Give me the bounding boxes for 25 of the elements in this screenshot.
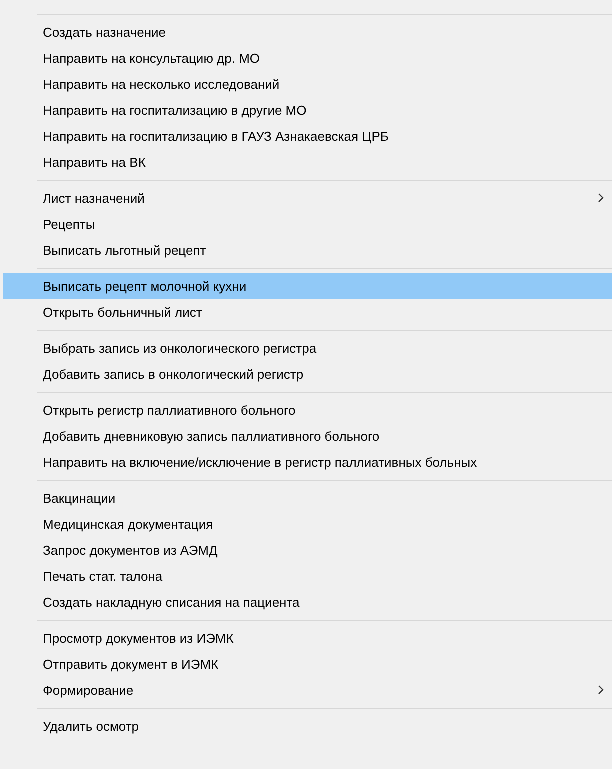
menu-item[interactable]: Отправить документ в ИЭМК: [3, 651, 612, 677]
menu-item[interactable]: Лист назначений: [3, 185, 612, 211]
menu-item[interactable]: Удалить осмотр: [3, 713, 612, 739]
menu-item[interactable]: Вакцинации: [3, 485, 612, 511]
menu-item[interactable]: Просмотр документов из ИЭМК: [3, 625, 612, 651]
menu-item[interactable]: Формирование: [3, 677, 612, 703]
menu-item[interactable]: Направить на включение/исключение в регистр паллиативных больных: [3, 449, 612, 475]
menu-item[interactable]: Создать накладную списания на пациента: [3, 589, 612, 615]
menu-item[interactable]: Запрос документов из АЭМД: [3, 537, 612, 563]
menu-item[interactable]: Направить на госпитализацию в другие МО: [3, 97, 612, 123]
menu-item[interactable]: Выписать рецепт молочной кухни: [3, 273, 612, 299]
menu-item[interactable]: Открыть регистр паллиативного больного: [3, 397, 612, 423]
menu-item[interactable]: Медицинская документация: [3, 511, 612, 537]
menu-item[interactable]: Направить на госпитализацию в ГАУЗ Азнакаевская ЦРБ: [3, 123, 612, 149]
menu-item[interactable]: Добавить дневниковую запись паллиативного больного: [3, 423, 612, 449]
menu-item[interactable]: Рецепты: [3, 211, 612, 237]
menu-item[interactable]: Открыть больничный лист: [3, 299, 612, 325]
menu-item[interactable]: Выбрать запись из онкологического регистра: [3, 335, 612, 361]
menu-item[interactable]: Выписать льготный рецепт: [3, 237, 612, 263]
menu-item[interactable]: Направить на несколько исследований: [3, 71, 612, 97]
menu-item[interactable]: Добавить запись в онкологический регистр: [3, 361, 612, 387]
menu-item[interactable]: Направить на ВК: [3, 149, 612, 175]
menu-item[interactable]: Создать назначение: [3, 19, 612, 45]
menu-item[interactable]: Направить на консультацию др. МО: [3, 45, 612, 71]
menu-item[interactable]: Печать стат. талона: [3, 563, 612, 589]
